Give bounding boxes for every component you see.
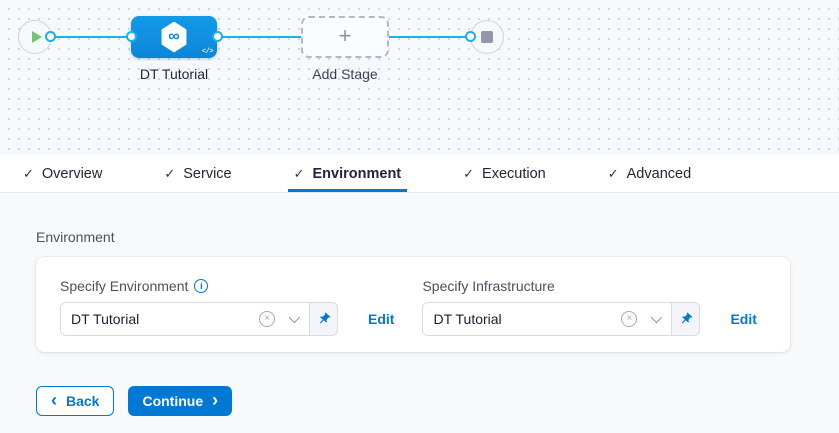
infinity-icon: ∞ (168, 29, 179, 45)
add-stage-button[interactable]: + (301, 16, 389, 58)
pipeline-canvas[interactable]: ∞ </> DT Tutorial + Add Stage (0, 0, 839, 155)
infrastructure-pin-button[interactable] (672, 302, 700, 336)
info-icon[interactable]: i (194, 279, 208, 293)
section-heading: Environment (36, 229, 839, 245)
tab-service[interactable]: ✓ Service (158, 155, 237, 192)
specify-environment-label: Specify Environment (60, 278, 188, 294)
check-icon: ✓ (463, 166, 474, 182)
environment-pin-button[interactable] (310, 302, 338, 336)
tab-environment[interactable]: ✓ Environment (288, 155, 408, 192)
stop-icon (481, 31, 493, 43)
chevron-left-icon: ‹ (51, 391, 57, 409)
stage-node-label: DT Tutorial (114, 66, 234, 82)
pin-icon (676, 309, 696, 329)
continue-button[interactable]: Continue › (128, 386, 232, 416)
stage-node-dt-tutorial[interactable]: ∞ </> (131, 16, 217, 58)
stage-node-in-port[interactable] (126, 31, 137, 42)
tab-label: Overview (42, 166, 102, 182)
edit-environment-link[interactable]: Edit (368, 311, 394, 327)
environment-card: Specify Environment i × Edit (36, 257, 790, 352)
pin-icon (314, 309, 334, 329)
specify-environment-field-group: Specify Environment i × Edit (60, 278, 394, 336)
start-node-out-port[interactable] (45, 31, 56, 42)
code-badge-icon: </> (202, 48, 213, 56)
tab-execution[interactable]: ✓ Execution (457, 155, 552, 192)
stage-config-tabbar: ✓ Overview ✓ Service ✓ Environment ✓ Exe… (0, 155, 839, 193)
pipeline-connector-line (50, 36, 470, 38)
tab-label: Advanced (627, 166, 692, 182)
play-icon (32, 31, 42, 43)
add-stage-label: Add Stage (285, 66, 405, 82)
specify-infrastructure-field-group: Specify Infrastructure × Edit (422, 278, 756, 336)
plus-icon: + (339, 25, 352, 47)
tab-overview[interactable]: ✓ Overview (17, 155, 108, 192)
stage-node-out-port[interactable] (212, 31, 223, 42)
specify-infrastructure-label: Specify Infrastructure (422, 278, 554, 294)
tab-label: Execution (482, 166, 546, 182)
check-icon: ✓ (164, 166, 175, 182)
wizard-footer: ‹ Back Continue › (36, 386, 839, 416)
chevron-right-icon: › (212, 391, 218, 409)
tab-label: Service (183, 166, 231, 182)
end-node-in-port[interactable] (465, 31, 476, 42)
check-icon: ✓ (608, 166, 619, 182)
back-button-label: Back (66, 393, 99, 409)
tab-label: Environment (313, 166, 402, 182)
cd-stage-hexagon-icon: ∞ (161, 22, 188, 53)
continue-button-label: Continue (142, 393, 203, 409)
check-icon: ✓ (294, 166, 305, 182)
back-button[interactable]: ‹ Back (36, 386, 114, 416)
edit-infrastructure-link[interactable]: Edit (730, 311, 756, 327)
environment-tab-panel: Environment Specify Environment i × E (0, 193, 839, 416)
clear-icon[interactable]: × (259, 311, 275, 327)
tab-advanced[interactable]: ✓ Advanced (602, 155, 697, 192)
check-icon: ✓ (23, 166, 34, 182)
